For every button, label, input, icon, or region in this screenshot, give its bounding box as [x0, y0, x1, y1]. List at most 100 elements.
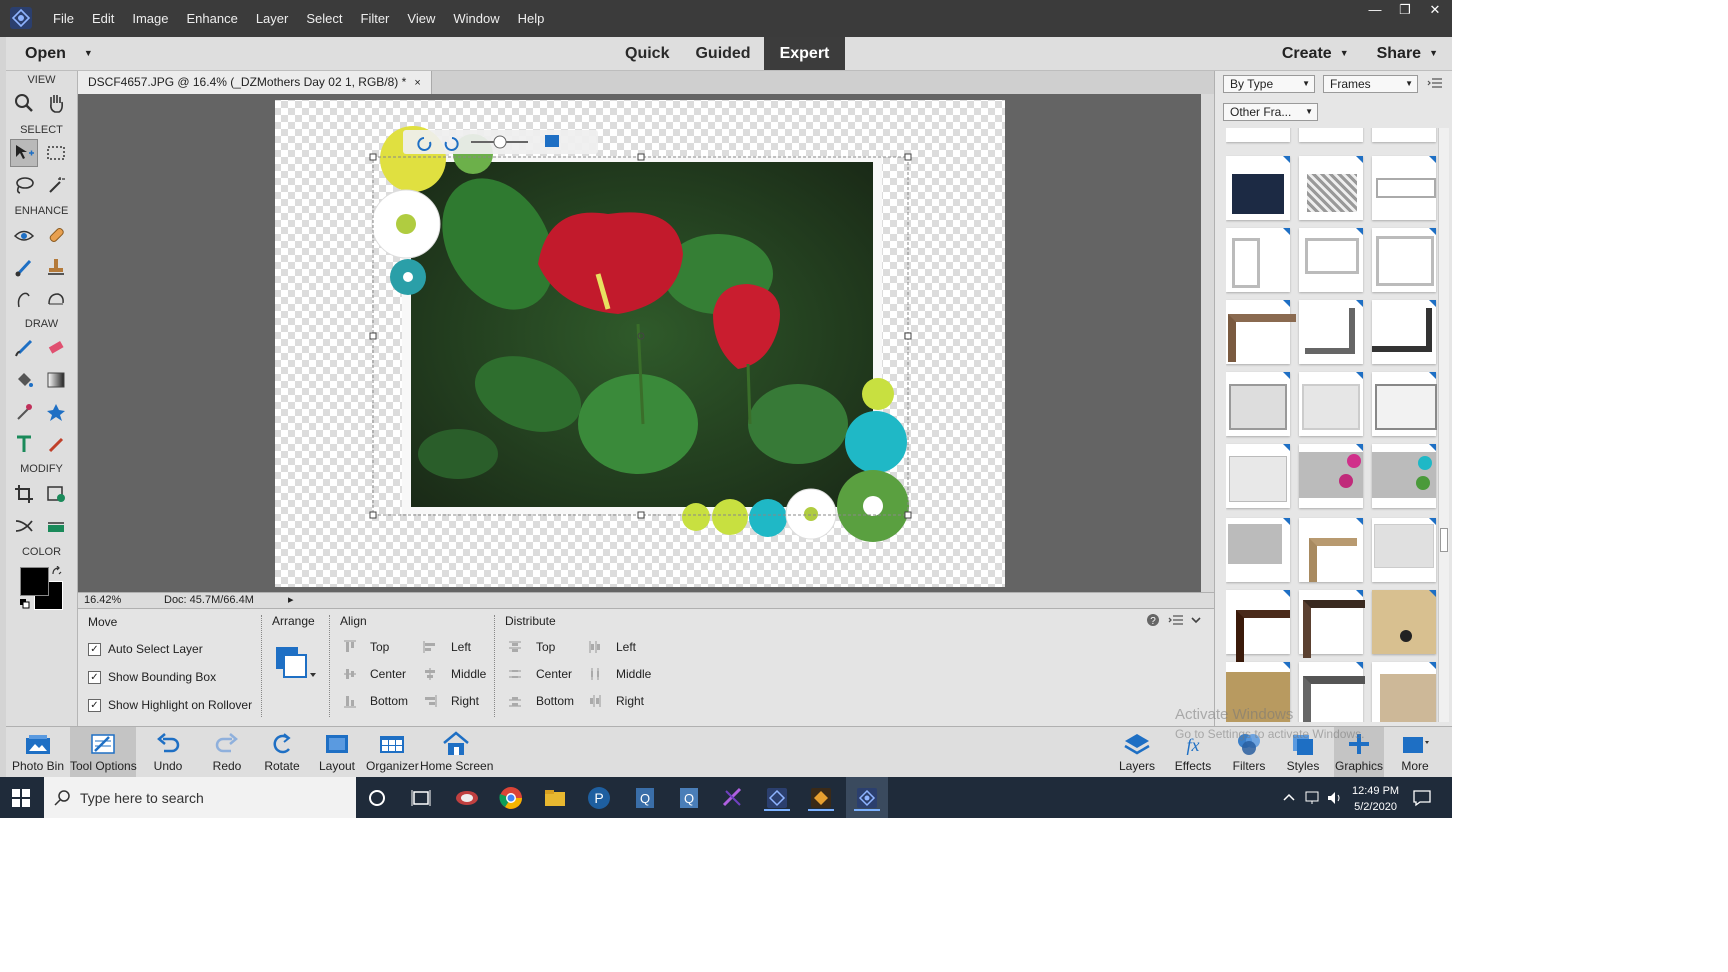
menu-enhance[interactable]: Enhance — [178, 0, 247, 37]
elements-editor-taskbar-icon[interactable] — [764, 785, 790, 811]
scrollbar-thumb[interactable] — [1440, 528, 1448, 552]
task-view-icon[interactable] — [408, 785, 434, 811]
volume-icon[interactable] — [1326, 790, 1344, 806]
by-type-dropdown[interactable]: By Type ▼ — [1223, 75, 1315, 93]
commit-transform-icon[interactable] — [545, 135, 559, 147]
chevron-right-icon[interactable]: ▸ — [288, 593, 294, 606]
default-colors-icon[interactable] — [20, 599, 30, 609]
document-tab[interactable]: DSCF4657.JPG @ 16.4% (_DZMothers Day 02 … — [78, 71, 432, 94]
maximize-button[interactable]: ❐ — [1390, 0, 1420, 20]
tool-options-button[interactable]: Tool Options — [70, 727, 137, 777]
windows-start-icon[interactable] — [12, 789, 30, 807]
taskbar-search[interactable]: Type here to search — [44, 777, 356, 818]
gradient-tool[interactable] — [42, 366, 70, 394]
red-eye-tool[interactable] — [10, 221, 38, 249]
align-left-icon[interactable] — [423, 640, 437, 654]
app-pen-icon[interactable] — [720, 785, 746, 811]
frame-thumbnail[interactable] — [1372, 372, 1437, 436]
chevron-down-icon[interactable] — [1190, 614, 1202, 626]
distribute-center-label[interactable]: Center — [536, 667, 572, 681]
home-screen-button[interactable]: Home Screen — [420, 727, 493, 777]
frame-thumbnail[interactable] — [1299, 128, 1363, 142]
frame-thumbnail[interactable] — [1372, 300, 1436, 364]
panel-options-icon[interactable] — [1427, 77, 1443, 89]
chevron-up-icon[interactable] — [1282, 791, 1296, 805]
frame-thumbnail[interactable] — [1299, 156, 1363, 220]
menu-window[interactable]: Window — [444, 0, 508, 37]
frame-thumbnail[interactable] — [1299, 300, 1363, 364]
swap-colors-icon[interactable] — [51, 566, 63, 578]
close-tab-icon[interactable]: × — [414, 77, 420, 89]
frame-thumbnail[interactable] — [1226, 372, 1290, 436]
redo-button[interactable]: Redo — [204, 727, 250, 777]
frame-thumbnail[interactable] — [1299, 662, 1365, 722]
tab-guided[interactable]: Guided — [682, 37, 763, 70]
straighten-tool[interactable] — [42, 512, 70, 540]
distribute-bottom-label[interactable]: Bottom — [536, 694, 574, 708]
elements-organizer-taskbar-icon[interactable] — [808, 785, 834, 811]
distribute-middle-label[interactable]: Middle — [616, 667, 651, 681]
frame-thumbnail[interactable] — [1372, 444, 1436, 508]
align-left-label[interactable]: Left — [451, 640, 471, 654]
cortana-icon[interactable] — [364, 785, 390, 811]
canvas-vertical-scrollbar[interactable] — [1201, 94, 1214, 592]
organizer-button[interactable]: Organizer — [366, 727, 419, 777]
frame-thumbnail[interactable] — [1226, 444, 1290, 508]
close-window-button[interactable]: ✕ — [1420, 0, 1450, 20]
open-button[interactable]: Open ▼ — [25, 37, 93, 70]
distribute-left-label[interactable]: Left — [616, 640, 636, 654]
system-clock[interactable]: 12:49 PM 5/2/2020 — [1352, 783, 1399, 815]
tab-expert[interactable]: Expert — [763, 37, 846, 70]
align-middle-icon[interactable] — [423, 667, 437, 681]
marquee-tool[interactable] — [42, 139, 70, 167]
clone-stamp-tool[interactable] — [42, 253, 70, 281]
blur-tool[interactable] — [10, 285, 38, 313]
move-tool[interactable] — [10, 139, 38, 167]
minimize-button[interactable]: — — [1360, 0, 1390, 20]
rotate-button[interactable]: Rotate — [258, 727, 306, 777]
custom-shape-tool[interactable] — [42, 398, 70, 426]
healing-brush-tool[interactable] — [42, 221, 70, 249]
frame-thumbnail[interactable] — [1299, 590, 1365, 658]
layout-button[interactable]: Layout — [314, 727, 360, 777]
undo-button[interactable]: Undo — [144, 727, 192, 777]
frame-thumbnail[interactable] — [1372, 662, 1436, 722]
zoom-tool[interactable] — [10, 89, 38, 117]
align-right-label[interactable]: Right — [451, 694, 479, 708]
more-button[interactable]: More — [1390, 727, 1440, 777]
layers-button[interactable]: Layers — [1116, 727, 1158, 777]
tab-quick[interactable]: Quick — [612, 37, 682, 70]
file-explorer-icon[interactable] — [542, 785, 568, 811]
arrange-stack-icon[interactable] — [274, 645, 318, 683]
frame-thumbnail[interactable] — [1372, 128, 1436, 142]
align-top-label[interactable]: Top — [370, 640, 389, 654]
type-tool[interactable] — [10, 430, 38, 458]
scale-slider-handle[interactable] — [493, 135, 507, 149]
create-menu[interactable]: Create ▼ — [1282, 37, 1349, 70]
align-center-label[interactable]: Center — [370, 667, 406, 681]
frame-thumbnail[interactable] — [1226, 128, 1290, 142]
share-menu[interactable]: Share ▼ — [1377, 37, 1438, 70]
content-aware-move-tool[interactable] — [10, 512, 38, 540]
app-q2-icon[interactable]: Q — [676, 785, 702, 811]
distribute-right-icon[interactable] — [588, 694, 602, 708]
distribute-middle-icon[interactable] — [588, 667, 602, 681]
menu-layer[interactable]: Layer — [247, 0, 298, 37]
elements-logo-icon[interactable] — [9, 6, 33, 30]
zoom-level[interactable]: 16.42% — [84, 594, 121, 606]
frame-thumbnail[interactable] — [1299, 228, 1363, 292]
align-bottom-icon[interactable] — [343, 694, 357, 708]
help-icon[interactable]: ? — [1146, 613, 1160, 627]
app-q1-icon[interactable]: Q — [632, 785, 658, 811]
notification-icon[interactable] — [1412, 789, 1432, 807]
photos-app-icon[interactable] — [454, 785, 480, 811]
frame-thumbnail[interactable] — [1372, 590, 1436, 654]
frame-thumbnail[interactable] — [1299, 372, 1363, 436]
frame-thumbnail[interactable] — [1226, 300, 1296, 364]
menu-view[interactable]: View — [398, 0, 444, 37]
magic-wand-tool[interactable] — [42, 171, 70, 199]
distribute-center-icon[interactable] — [508, 667, 522, 681]
frame-thumbnail[interactable] — [1299, 518, 1363, 582]
paint-bucket-tool[interactable] — [10, 366, 38, 394]
pencil-tool[interactable] — [42, 430, 70, 458]
